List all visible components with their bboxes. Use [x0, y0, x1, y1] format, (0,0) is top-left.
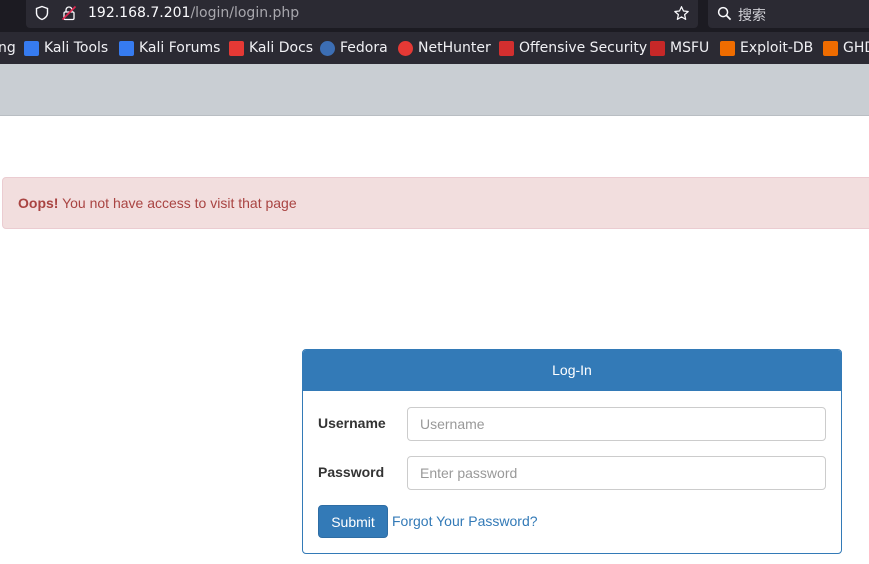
login-panel: Log-In Username Password Submit Forgot Y… [302, 349, 842, 554]
bookmark-star-icon[interactable] [673, 5, 690, 22]
insecure-lock-icon[interactable] [61, 5, 77, 21]
bookmark-label: Kali Docs [249, 40, 314, 56]
bookmark-label: Kali Tools [44, 40, 109, 56]
bookmark-item-msfu[interactable]: MSFU [650, 40, 709, 56]
bookmark-label: Fedora [340, 40, 388, 56]
search-icon [717, 6, 732, 21]
url-path: /login/login.php [190, 5, 300, 21]
username-input[interactable] [407, 407, 826, 441]
kali-dragon-icon [119, 40, 134, 56]
search-placeholder: 搜索 [738, 8, 766, 24]
address-bar[interactable]: 192.168.7.201/login/login.php [26, 0, 698, 28]
nethunter-icon [398, 40, 413, 56]
exploitdb-icon [720, 40, 735, 56]
bookmark-item-offensive-security[interactable]: Offensive Security [499, 40, 647, 56]
forgot-password-link[interactable]: Forgot Your Password? [392, 513, 538, 529]
tracking-shield-icon[interactable] [34, 5, 50, 21]
bookmark-item-nethunter[interactable]: NetHunter [398, 40, 491, 56]
url-text[interactable]: 192.168.7.201/login/login.php [88, 5, 299, 21]
ghdb-icon [823, 40, 838, 56]
fedora-icon [320, 40, 335, 56]
browser-toolbar: 192.168.7.201/login/login.php 搜索 [0, 0, 869, 32]
bookmark-label: Exploit-DB [740, 40, 814, 56]
msfu-icon [650, 40, 665, 56]
search-bar[interactable]: 搜索 [708, 0, 869, 28]
password-input[interactable] [407, 456, 826, 490]
login-panel-title: Log-In [303, 350, 841, 391]
site-navbar [0, 64, 869, 116]
bookmark-item-fedora[interactable]: Fedora [320, 40, 388, 56]
alert-strong: Oops! [18, 195, 59, 211]
offsec-icon [499, 40, 514, 56]
bookmarks-toolbar: ng Kali Tools Kali Forums Kali Docs Fedo… [0, 32, 869, 64]
bookmark-label: Offensive Security [519, 40, 648, 56]
bookmark-label: NetHunter [418, 40, 491, 56]
kali-docs-icon [229, 40, 244, 56]
bookmark-label: MSFU [670, 40, 710, 56]
alert-message: You not have access to visit that page [58, 195, 297, 211]
url-host: 192.168.7.201 [88, 5, 191, 21]
bookmark-item-exploit-db[interactable]: Exploit-DB [720, 40, 813, 56]
bookmark-item-kali-docs[interactable]: Kali Docs [229, 40, 313, 56]
bookmark-label: GHD [843, 40, 869, 56]
access-denied-alert: Oops! You not have access to visit that … [2, 177, 869, 229]
bookmark-item-kali-forums[interactable]: Kali Forums [119, 40, 220, 56]
bookmark-item-kali-tools[interactable]: Kali Tools [24, 40, 108, 56]
bookmark-item-ghdb[interactable]: GHD [823, 40, 869, 56]
bookmark-label: Kali Forums [139, 40, 221, 56]
password-label: Password [318, 464, 385, 480]
bookmark-label: ng [0, 40, 16, 56]
kali-dragon-icon [24, 40, 39, 56]
bookmark-item-ng[interactable]: ng [0, 40, 16, 56]
submit-button[interactable]: Submit [318, 505, 388, 538]
username-label: Username [318, 415, 386, 431]
